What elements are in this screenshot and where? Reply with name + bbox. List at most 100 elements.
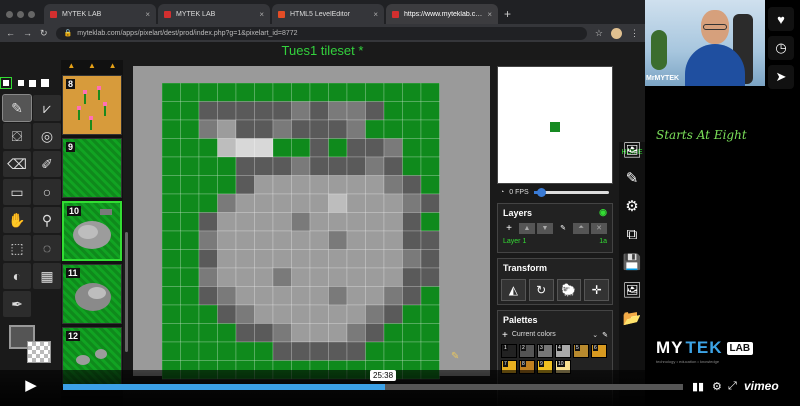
pixel-cell[interactable] [217,175,237,195]
pixel-cell[interactable] [365,138,385,158]
pixel-cell[interactable] [291,267,311,287]
pixel-cell[interactable] [217,83,237,102]
pixel-cell[interactable] [328,101,348,121]
progress-bar[interactable] [63,384,683,390]
pixel-cell[interactable] [365,119,385,139]
secondary-color[interactable] [27,341,51,363]
maximize-dot[interactable] [28,10,35,18]
browser-tab[interactable]: HTML5 LevelEditor × [272,4,384,24]
pixel-cell[interactable] [383,323,403,343]
vimeo-logo[interactable]: vimeo [744,379,779,393]
pixel-cell[interactable] [162,230,181,250]
pixel-cell[interactable] [328,341,348,361]
pixel-cell[interactable] [272,304,292,324]
pixel-cell[interactable] [365,267,385,287]
pixel-cell[interactable] [217,156,237,176]
pixel-cell[interactable] [383,193,403,213]
shape-select-tool[interactable]: ⚲ [33,207,61,233]
pixel-cell[interactable] [235,193,255,213]
pixel-cell[interactable] [309,119,329,139]
settings-button[interactable]: ⚙ [622,196,642,216]
pencil-tool[interactable]: ✎ [2,94,32,122]
pixel-cell[interactable] [272,212,292,232]
pixel-cell[interactable] [291,101,311,121]
pixel-cell[interactable] [180,119,200,139]
pixel-cell[interactable] [180,341,200,361]
pixel-cell[interactable] [309,212,329,232]
new-tab-button[interactable]: + [504,4,511,24]
pixel-cell[interactable] [235,304,255,324]
pixel-cell[interactable] [420,175,440,195]
image-button[interactable]: 🖼 [622,140,642,160]
magic-fill-tool[interactable]: ◎ [33,123,61,149]
pixel-cell[interactable] [383,286,403,306]
menu-icon[interactable]: ⋮ [630,28,639,39]
pixel-cell[interactable] [254,83,274,102]
pixel-cell[interactable] [365,304,385,324]
pixel-cell[interactable] [328,193,348,213]
star-icon[interactable]: ☆ [595,28,603,39]
pixel-cell[interactable] [365,249,385,269]
pixel-cell[interactable] [328,156,348,176]
pixel-cell[interactable] [328,138,348,158]
palette-swatch[interactable]: 5 [573,344,589,358]
pixel-cell[interactable] [402,286,422,306]
pixel-cell[interactable] [162,101,181,121]
pixel-cell[interactable] [235,249,255,269]
pixel-cell[interactable] [198,249,218,269]
pixel-cell[interactable] [272,193,292,213]
pixel-cell[interactable] [235,267,255,287]
pixel-cell[interactable] [383,267,403,287]
pixel-cell[interactable] [402,212,422,232]
pixel-cell[interactable] [420,286,440,306]
close-icon[interactable]: × [259,10,264,19]
pixel-cell[interactable] [309,323,329,343]
palette-swatch[interactable]: 4 [555,344,571,358]
pixel-cell[interactable] [291,323,311,343]
pixel-cell[interactable] [272,323,292,343]
palette-swatch[interactable]: 2 [519,344,535,358]
pixel-cell[interactable] [254,175,274,195]
pixel-cell[interactable] [346,323,366,343]
pixel-cell[interactable] [235,101,255,121]
pixel-cell[interactable] [383,119,403,139]
pixel-cell[interactable] [402,83,422,102]
pixel-cell[interactable] [346,101,366,121]
dither-tool[interactable]: ▦ [33,263,61,289]
pixel-cell[interactable] [291,286,311,306]
pixel-cell[interactable] [402,230,422,250]
pixel-cell[interactable] [346,304,366,324]
pixel-cell[interactable] [402,119,422,139]
pixel-cell[interactable] [309,249,329,269]
back-icon[interactable]: ← [6,28,15,38]
move-layer-down-button[interactable]: ▼ [537,222,553,234]
browser-tab[interactable]: MYTEK LAB × [44,4,156,24]
pixel-cell[interactable] [217,341,237,361]
pixel-cell[interactable] [309,138,329,158]
pixel-cell[interactable] [383,212,403,232]
pixel-cell[interactable] [346,175,366,195]
pixel-cell[interactable] [365,101,385,121]
browser-tab[interactable]: MYTEK LAB × [158,4,270,24]
save-button[interactable]: 💾 [622,252,642,272]
move-up-icon[interactable]: ▲ [88,60,96,72]
pixel-cell[interactable] [254,267,274,287]
palette-swatch[interactable]: 3 [537,344,553,358]
watch-later-button[interactable]: ◷ [768,36,794,60]
pixel-cell[interactable] [162,138,181,158]
pixel-cell[interactable] [328,83,348,102]
pixel-cell[interactable] [254,323,274,343]
brush-size-2[interactable] [18,80,24,86]
pixel-cell[interactable] [180,156,200,176]
pixel-cell[interactable] [217,101,237,121]
pixel-cell[interactable] [346,249,366,269]
pixel-cell[interactable] [383,138,403,158]
pixel-cell[interactable] [328,212,348,232]
pixel-cell[interactable] [309,193,329,213]
flip-button[interactable]: ◭ [501,279,526,301]
drawing-canvas[interactable]: ✎ [133,66,490,380]
url-field[interactable]: 🔒 myteklab.com/apps/pixelart/dest/prod/i… [55,26,587,40]
delete-layer-button[interactable]: ✕ [591,222,607,234]
forward-icon[interactable]: → [23,28,32,38]
tile-thumbnail[interactable]: 9 [62,138,122,198]
